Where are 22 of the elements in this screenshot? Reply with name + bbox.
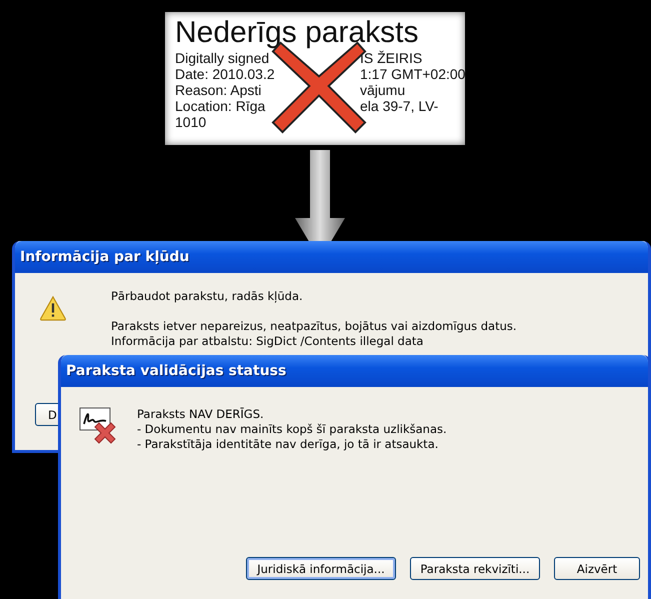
dialog-button[interactable]: Juridiskā informācija... [246, 557, 396, 580]
window-title: Informācija par kļūdu [20, 249, 190, 265]
signature-detail: 1:17 GMT+02:00 [360, 66, 466, 82]
status-line: Paraksts NAV DERĪGS. [137, 407, 265, 422]
signature-detail: Reason: Apsti [175, 82, 262, 98]
signature-detail: vājumu [360, 82, 406, 98]
signature-detail: ela 39-7, LV- [360, 98, 440, 114]
signature-detail: Digitally signed [175, 50, 270, 66]
warning-icon [39, 295, 67, 321]
signature-detail: IS ŽEIRIS [360, 50, 424, 66]
window-title: Paraksta validācijas statuss [66, 363, 286, 379]
error-detail: Paraksts ietver nepareizus, neatpazītus, bojātus vai aizdomīgus datus. [111, 319, 517, 334]
signature-detail: Date: 2010.03.2 [175, 66, 276, 82]
error-message: Pārbaudot parakstu, radās kļūda. [111, 289, 304, 304]
status-line: - Dokumentu nav mainīts kopš šī paraksta uzlikšanas. [137, 422, 447, 437]
status-line: - Parakstītāja identitāte nav derīga, jo tā ir atsaukta. [137, 437, 440, 452]
signature-detail: Location: Rīga [175, 98, 266, 114]
signature-title: Nederīgs paraksts [175, 16, 420, 50]
dialog-button[interactable]: Aizvērt [554, 557, 640, 580]
error-detail: Informācija par atbalstu: SigDict /Contents illegal data [111, 334, 424, 349]
dialog-button[interactable]: Paraksta rekvizīti... [410, 557, 540, 580]
signature-detail: 1010 [175, 114, 208, 130]
